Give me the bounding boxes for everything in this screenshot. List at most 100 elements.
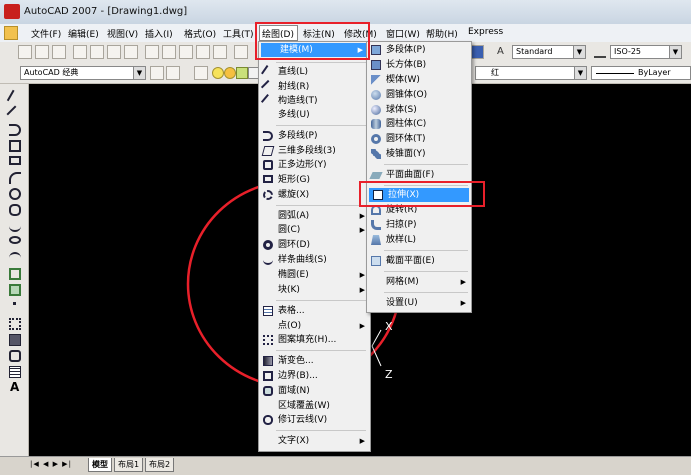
gradient-icon[interactable]	[9, 334, 21, 346]
modeling-item-torus[interactable]: 圆环体(T)	[367, 132, 471, 146]
draw-menu-item-boundary[interactable]: 边界(B)...	[259, 369, 370, 383]
sun-icon[interactable]	[224, 67, 236, 79]
draw-menu-item-3d-polyline[interactable]: 三维多段线(3)	[259, 144, 370, 158]
draw-menu-item-polyline[interactable]: 多段线(P)	[259, 129, 370, 143]
polygon-icon[interactable]	[9, 140, 21, 152]
point-icon[interactable]	[13, 302, 16, 305]
ellipse-arc-icon[interactable]	[9, 252, 21, 264]
menu-view[interactable]: 视图(V)	[107, 27, 138, 40]
tab-layout2[interactable]: 布局2	[145, 458, 175, 472]
revision-cloud-icon[interactable]	[9, 204, 21, 216]
menu-item-label: 长方体(B)	[386, 60, 427, 70]
spline-icon[interactable]	[9, 220, 21, 232]
draw-menu-item-donut[interactable]: 圆环(D)	[259, 238, 370, 252]
region-icon[interactable]	[9, 350, 21, 362]
draw-menu-item-ellipse[interactable]: 椭圆(E) ▶	[259, 268, 370, 282]
tab-nav-arrows-icon[interactable]: |◀ ◀ ▶ ▶|	[30, 460, 72, 468]
draw-menu-item-construction-line[interactable]: 构造线(T)	[259, 93, 370, 109]
block-editor-icon[interactable]	[213, 45, 227, 59]
app-menu-icon[interactable]	[4, 26, 18, 40]
draw-menu-item-point[interactable]: 点(O) ▶	[259, 319, 370, 333]
tab-layout1[interactable]: 布局1	[114, 458, 144, 472]
modeling-item-loft[interactable]: 放样(L)	[367, 233, 471, 247]
draw-menu-item-block[interactable]: 块(K) ▶	[259, 283, 370, 297]
draw-menu-item-rectangle[interactable]: 矩形(G)	[259, 173, 370, 187]
text-style-select[interactable]: Standard ▼	[512, 45, 586, 59]
print-icon[interactable]	[73, 45, 87, 59]
open-file-icon[interactable]	[35, 45, 49, 59]
modeling-item-cone[interactable]: 圆锥体(O)	[367, 88, 471, 102]
workspace-settings-icon[interactable]	[150, 66, 164, 80]
3d-dwf-icon[interactable]	[124, 45, 138, 59]
print-preview-icon[interactable]	[90, 45, 104, 59]
draw-menu-item-text[interactable]: 文字(X) ▶	[259, 434, 370, 448]
menu-item-label: 设置(U)	[386, 298, 418, 308]
menu-help[interactable]: 帮助(H)	[426, 27, 458, 40]
make-block-icon[interactable]	[9, 284, 21, 296]
arc-icon[interactable]	[9, 172, 21, 184]
modeling-item-cylinder[interactable]: 圆柱体(C)	[367, 117, 471, 131]
draw-menu-item-revision-cloud[interactable]: 修订云线(V)	[259, 413, 370, 427]
menu-format[interactable]: 格式(O)	[184, 27, 216, 40]
help-icon[interactable]	[470, 45, 484, 59]
modeling-item-planar-surface[interactable]: 平面曲面(F)	[367, 168, 471, 182]
modeling-item-settings[interactable]: 设置(U) ▶	[367, 296, 471, 310]
draw-menu-item-arc[interactable]: 圆弧(A) ▶	[259, 209, 370, 223]
menu-edit[interactable]: 编辑(E)	[68, 27, 99, 40]
draw-menu-item-spline[interactable]: 样条曲线(S)	[259, 253, 370, 267]
menu-window[interactable]: 窗口(W)	[386, 27, 420, 40]
cut-icon[interactable]	[145, 45, 159, 59]
modeling-item-sweep[interactable]: 扫掠(P)	[367, 218, 471, 232]
menu-item-label: 边界(B)...	[278, 371, 318, 381]
lightbulb-icon[interactable]	[212, 67, 224, 79]
menu-insert[interactable]: 插入(I)	[145, 27, 173, 40]
new-file-icon[interactable]	[18, 45, 32, 59]
polyline-icon[interactable]	[9, 124, 21, 136]
layer-manager-icon[interactable]	[194, 66, 208, 80]
hatch-icon[interactable]	[9, 318, 21, 330]
rectangle-icon[interactable]	[9, 156, 21, 165]
undo-icon[interactable]	[234, 45, 248, 59]
modeling-item-polysolid[interactable]: 多段体(P)	[367, 43, 471, 57]
save-icon[interactable]	[52, 45, 66, 59]
match-properties-icon[interactable]	[196, 45, 210, 59]
line-icon[interactable]	[6, 89, 24, 107]
draw-menu-item-wipeout[interactable]: 区域覆盖(W)	[259, 399, 370, 413]
modeling-item-sphere[interactable]: 球体(S)	[367, 103, 471, 117]
multiline-text-icon[interactable]: A	[10, 380, 19, 394]
publish-icon[interactable]	[107, 45, 121, 59]
lock-icon[interactable]	[236, 67, 248, 79]
draw-menu-item-circle[interactable]: 圆(C) ▶	[259, 223, 370, 237]
tab-model[interactable]: 模型	[88, 458, 112, 472]
paste-icon[interactable]	[179, 45, 193, 59]
modeling-item-box[interactable]: 长方体(B)	[367, 58, 471, 72]
modeling-item-mesh[interactable]: 网格(M) ▶	[367, 275, 471, 289]
draw-menu-item-ray[interactable]: 射线(R)	[259, 79, 370, 95]
copy-icon[interactable]	[162, 45, 176, 59]
circle-icon[interactable]	[9, 188, 21, 200]
table-icon[interactable]	[9, 366, 21, 378]
modeling-item-section-plane[interactable]: 截面平面(E)	[367, 254, 471, 268]
draw-menu-item-hatch[interactable]: 图案填充(H)...	[259, 333, 370, 347]
menu-express[interactable]: Express	[468, 27, 503, 37]
menu-file[interactable]: 文件(F)	[31, 27, 61, 40]
color-select[interactable]: 红 ▼	[475, 66, 587, 80]
draw-menu-item-region[interactable]: 面域(N)	[259, 384, 370, 398]
autocad-logo-icon	[4, 4, 20, 19]
draw-menu-item-helix[interactable]: 螺旋(X)	[259, 188, 370, 202]
my-workspace-icon[interactable]	[166, 66, 180, 80]
ellipse-icon[interactable]	[9, 236, 21, 244]
draw-menu-item-gradient[interactable]: 渐变色...	[259, 354, 370, 368]
construction-line-icon[interactable]	[6, 105, 24, 123]
menu-tools[interactable]: 工具(T)	[223, 27, 254, 40]
linetype-select[interactable]: ByLayer	[591, 66, 691, 80]
draw-menu-item-table[interactable]: 表格...	[259, 304, 370, 318]
draw-menu-item-multiline[interactable]: 多线(U)	[259, 108, 370, 122]
dim-style-select[interactable]: ISO-25 ▼	[610, 45, 682, 59]
draw-menu-item-polygon[interactable]: 正多边形(Y)	[259, 158, 370, 172]
modeling-item-pyramid[interactable]: 棱锥面(Y)	[367, 147, 471, 161]
draw-menu-item-line[interactable]: 直线(L)	[259, 65, 370, 79]
modeling-item-wedge[interactable]: 楔体(W)	[367, 73, 471, 87]
workspace-select[interactable]: AutoCAD 经典 ▼	[20, 66, 146, 80]
insert-block-icon[interactable]	[9, 268, 21, 280]
